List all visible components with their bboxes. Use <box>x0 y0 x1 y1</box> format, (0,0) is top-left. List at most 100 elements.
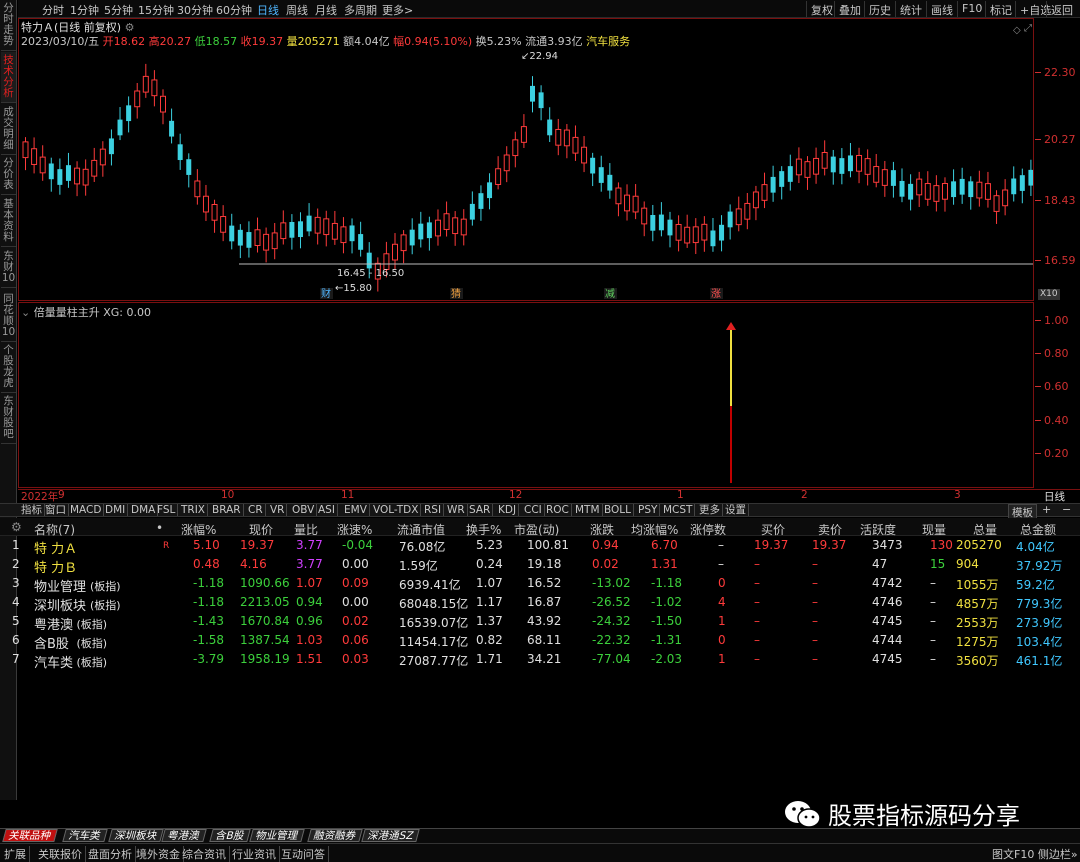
expand-icon[interactable]: ⤢ <box>1024 23 1032 34</box>
indicator-tab[interactable]: BOLL <box>602 504 634 516</box>
candle-body[interactable] <box>117 119 123 136</box>
stats-button[interactable]: 统计 <box>895 1 926 17</box>
left-tab-dragon[interactable]: 个股龙虎 <box>1 342 16 393</box>
indicator-tab[interactable]: EMV <box>342 504 370 516</box>
back-button[interactable]: 返回 <box>1046 1 1077 17</box>
candle-body[interactable] <box>1019 175 1025 191</box>
table-row[interactable]: 7 汽车类 (板指) -3.79 1958.19 1.51 0.03 27087.77亿 1.7… <box>0 652 1080 671</box>
status-tab[interactable]: 扩展 <box>4 846 30 862</box>
candle-body[interactable] <box>658 214 664 231</box>
related-tab[interactable]: 深圳板块 <box>108 829 164 842</box>
col-speed[interactable]: 涨速% <box>337 521 372 538</box>
indicator-tab[interactable]: RSI <box>422 504 445 516</box>
related-tab[interactable]: 融资融券 <box>307 829 363 842</box>
period-tab[interactable]: 5分钟 <box>104 2 133 18</box>
candle-body[interactable] <box>82 168 89 186</box>
candle-body[interactable] <box>830 156 836 173</box>
candle-body[interactable] <box>366 252 372 269</box>
candle-body[interactable] <box>400 234 407 252</box>
status-tab[interactable]: 互动问答 <box>281 846 329 862</box>
candle-body[interactable] <box>169 120 175 137</box>
candle-body[interactable] <box>271 232 278 250</box>
candle-body[interactable] <box>1011 178 1017 195</box>
period-tab[interactable]: 60分钟 <box>216 2 252 18</box>
related-tab[interactable]: 物业管理 <box>249 829 305 842</box>
period-tab-daily[interactable]: 日线 <box>257 2 279 18</box>
candle-body[interactable] <box>503 154 510 172</box>
candle-body[interactable] <box>134 90 141 108</box>
candle-body[interactable] <box>392 243 399 261</box>
col-float-mcap[interactable]: 流通市值 <box>397 521 445 538</box>
candle-body[interactable] <box>761 184 768 201</box>
indicator-tab[interactable]: ROC <box>544 504 572 516</box>
candle-body[interactable] <box>856 154 863 172</box>
candle-body[interactable] <box>710 230 716 247</box>
candle-body[interactable] <box>719 224 725 241</box>
candle-body[interactable] <box>426 222 432 239</box>
candle-body[interactable] <box>151 79 158 97</box>
candle-body[interactable] <box>409 229 415 246</box>
indicator-tab[interactable]: FSL <box>155 504 179 516</box>
candle-body[interactable] <box>795 158 802 176</box>
indicator-tab[interactable]: SAR <box>467 504 494 516</box>
col-change-pct[interactable]: 涨幅% <box>181 521 216 538</box>
col-turnover[interactable]: 换手% <box>466 521 501 538</box>
related-tab[interactable]: 关联品种 <box>2 829 58 842</box>
f10-sidebar-toggle[interactable]: 图文F10 侧边栏» <box>992 846 1078 862</box>
candle-body[interactable] <box>254 229 261 246</box>
table-row[interactable]: 1 特 力Ａ R 5.10 19.37 3.77 -0.04 76.08亿 5.23 100.81… <box>0 538 1080 557</box>
candle-body[interactable] <box>968 181 974 198</box>
related-tab[interactable]: 粤港澳 <box>161 829 207 842</box>
candle-body[interactable] <box>752 191 759 209</box>
candle-body[interactable] <box>572 136 579 154</box>
candle-body[interactable] <box>692 226 699 244</box>
indicator-tab[interactable]: 设置 <box>723 504 749 516</box>
indicator-tab[interactable]: OBV <box>290 504 318 516</box>
period-tab[interactable]: 30分钟 <box>177 2 213 18</box>
adjust-button[interactable]: 复权 <box>806 1 837 17</box>
status-tab[interactable]: 境外资金 <box>136 846 184 862</box>
candle-body[interactable] <box>530 85 535 102</box>
candle-body[interactable] <box>520 126 527 143</box>
col-activity[interactable]: 活跃度 <box>860 521 896 538</box>
candle-body[interactable] <box>108 138 114 155</box>
status-tab[interactable]: 关联报价 <box>38 846 86 862</box>
table-row[interactable]: 4 深圳板块 (板指) -1.18 2213.05 0.94 0.00 68048.15亿 1.… <box>0 595 1080 614</box>
table-row[interactable]: 5 粤港澳 (板指) -1.43 1670.84 0.96 0.02 16539.07亿 1.3… <box>0 614 1080 633</box>
indicator-tab[interactable]: TRIX <box>179 504 208 516</box>
candle-body[interactable] <box>57 169 63 185</box>
candle-body[interactable] <box>512 139 519 157</box>
col-limit-up[interactable]: 涨停数 <box>690 521 726 538</box>
candle-body[interactable] <box>632 195 639 213</box>
candle-body[interactable] <box>933 185 940 202</box>
candle-body[interactable] <box>538 92 544 109</box>
candle-body[interactable] <box>984 183 991 200</box>
left-tab-profile[interactable]: 基本资料 <box>1 196 16 247</box>
period-tab-more[interactable]: 更多> <box>382 2 413 18</box>
status-tab[interactable]: 盘面分析 <box>88 846 136 862</box>
candle-body[interactable] <box>701 223 708 241</box>
col-diff[interactable]: 涨跌 <box>590 521 614 538</box>
candle-body[interactable] <box>478 193 484 209</box>
candle-body[interactable] <box>581 146 588 164</box>
candle-body[interactable] <box>358 234 364 250</box>
table-row[interactable]: 6 含B股 (板指) -1.58 1387.54 1.03 0.06 11454.17亿 0.8… <box>0 633 1080 652</box>
related-tab[interactable]: 深港通SZ <box>361 829 421 842</box>
candle-body[interactable] <box>899 180 905 197</box>
candlestick-chart[interactable]: ↙22.94 16.45 - 16.50 ←15.80 财 猜 减 涨 <box>19 48 1033 300</box>
candle-body[interactable] <box>91 159 98 177</box>
candle-body[interactable] <box>650 215 656 231</box>
candle-body[interactable] <box>839 158 845 174</box>
candle-body[interactable] <box>667 219 673 236</box>
candle-body[interactable] <box>1028 169 1033 186</box>
candle-body[interactable] <box>641 207 648 225</box>
candle-body[interactable] <box>563 129 570 147</box>
candle-body[interactable] <box>675 223 682 241</box>
indicator-tab[interactable]: CCI <box>522 504 545 516</box>
candle-body[interactable] <box>126 105 132 122</box>
related-tab[interactable]: 汽车类 <box>62 829 108 842</box>
candle-body[interactable] <box>847 155 853 172</box>
gear-icon[interactable]: ⚙ <box>11 520 22 534</box>
candle-body[interactable] <box>916 178 923 196</box>
candle-body[interactable] <box>469 203 475 220</box>
